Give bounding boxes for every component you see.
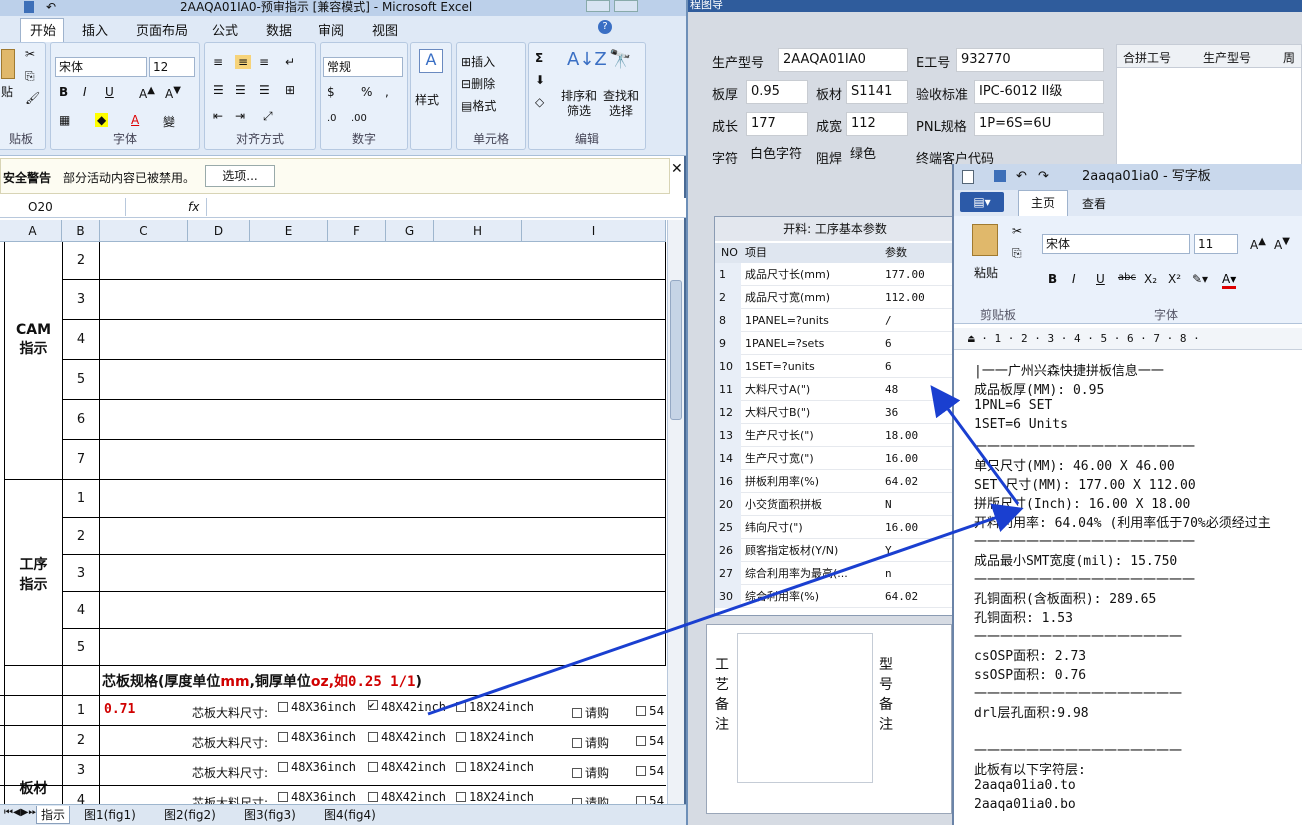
arrow-to-panel-size [427,503,1024,716]
arrow-to-material-size [930,385,1020,505]
annotation-arrows [427,385,1024,716]
